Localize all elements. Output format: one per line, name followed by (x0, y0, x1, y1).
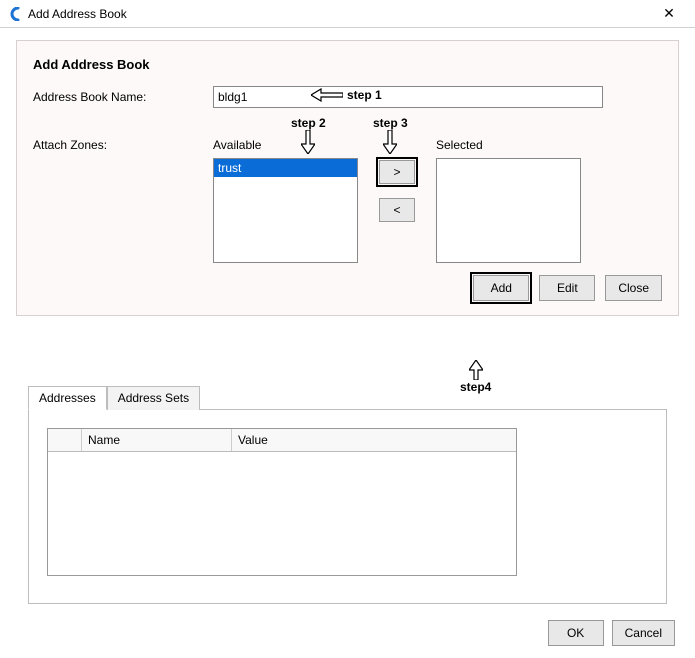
close-button[interactable]: Close (605, 275, 662, 301)
add-button[interactable]: Add (473, 275, 529, 301)
available-listbox[interactable]: trust (213, 158, 358, 263)
ok-button[interactable]: OK (548, 620, 604, 646)
selected-header: Selected (436, 138, 581, 154)
zones-row: Attach Zones: Available trust > < Select… (33, 138, 662, 263)
grid-header: Name Value (48, 429, 516, 452)
form-heading: Add Address Book (33, 57, 662, 72)
selected-column: Selected (436, 138, 581, 263)
tabs-container: Addresses Address Sets Name Value (28, 385, 667, 604)
grid-col-value[interactable]: Value (232, 429, 516, 451)
arrow-up-icon (469, 360, 483, 380)
move-right-button[interactable]: > (379, 160, 415, 184)
selected-listbox[interactable] (436, 158, 581, 263)
name-row: Address Book Name: step 1 (33, 86, 662, 108)
grid-col-name[interactable]: Name (82, 429, 232, 451)
tab-address-sets[interactable]: Address Sets (107, 386, 200, 410)
dialog-footer: OK Cancel (548, 620, 675, 646)
available-column: Available trust (213, 138, 358, 263)
tab-addresses[interactable]: Addresses (28, 386, 107, 410)
form-panel: Add Address Book Address Book Name: step… (16, 40, 679, 316)
window-title: Add Address Book (28, 7, 649, 21)
titlebar: Add Address Book ✕ (0, 0, 695, 28)
name-label: Address Book Name: (33, 86, 213, 104)
zones-label: Attach Zones: (33, 138, 213, 152)
address-grid[interactable]: Name Value (47, 428, 517, 576)
app-logo-icon (8, 7, 22, 21)
tab-panel: Name Value (28, 409, 667, 604)
action-row: Add Edit Close (33, 275, 662, 301)
window-close-button[interactable]: ✕ (649, 2, 689, 26)
move-left-button[interactable]: < (379, 198, 415, 222)
grid-col-select[interactable] (48, 429, 82, 451)
available-header: Available (213, 138, 358, 154)
tab-strip: Addresses Address Sets (28, 385, 667, 409)
cancel-button[interactable]: Cancel (612, 620, 675, 646)
address-book-name-input[interactable] (213, 86, 603, 108)
edit-button[interactable]: Edit (539, 275, 595, 301)
list-item[interactable]: trust (214, 159, 357, 177)
transfer-column: > < (358, 138, 436, 222)
